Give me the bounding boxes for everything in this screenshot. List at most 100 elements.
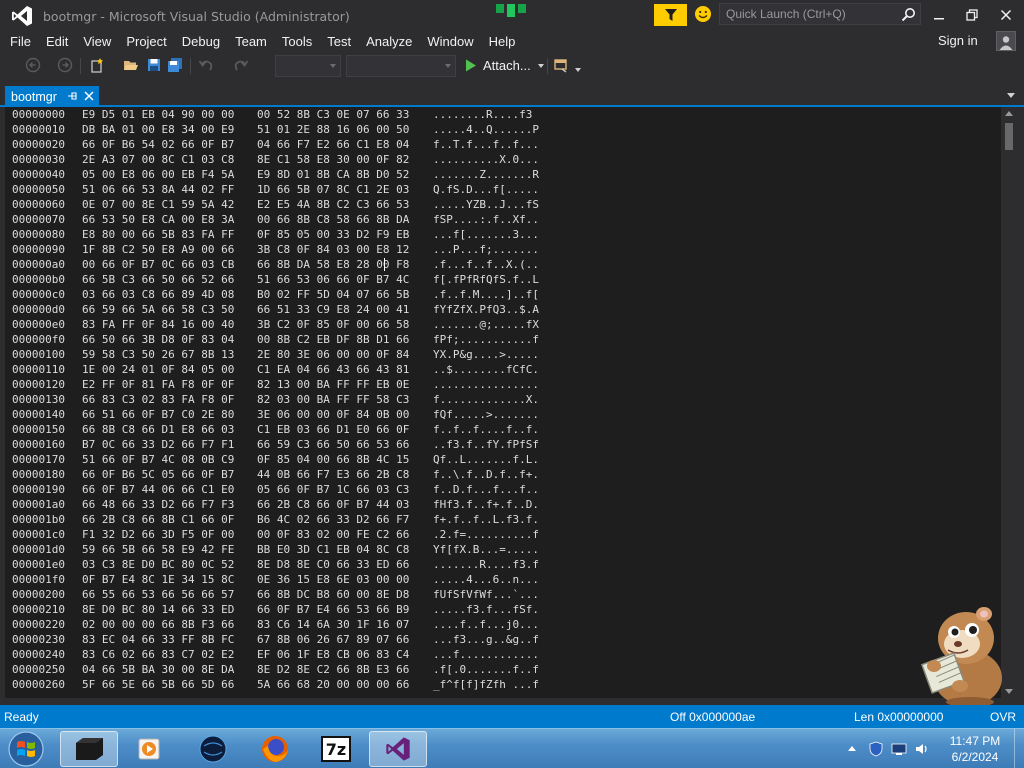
hex-row[interactable]: 000001f0 0F B7 E4 8C 1E 34 15 8C 0E 36 15 …: [12, 572, 553, 587]
menu-team[interactable]: Team: [227, 34, 274, 49]
hex-row[interactable]: 00000000 E9 D5 01 EB 04 90 00 00 00 52 8B …: [12, 107, 553, 122]
taskbar-globe-app[interactable]: [184, 731, 242, 767]
hex-ascii: _f^f[f]fZfh ...f: [433, 678, 539, 691]
hex-row[interactable]: 000000a0 00 66 0F B7 0C 66 03 CB 66 8B DA …: [12, 257, 553, 272]
hex-bytes-low: 66 83 C3 02 83 FA F8 0F: [82, 393, 235, 406]
maximize-button[interactable]: [957, 4, 987, 26]
volume-icon[interactable]: [914, 741, 930, 757]
new-project-button[interactable]: [88, 56, 106, 74]
hex-row[interactable]: 000001d0 59 66 5B 66 58 E9 42 FE BB E0 3D …: [12, 542, 553, 557]
sign-in-link[interactable]: Sign in: [938, 33, 978, 48]
scroll-up-icon[interactable]: [1005, 111, 1013, 116]
undo-button[interactable]: [197, 56, 215, 74]
hex-bytes-low: 66 5B C3 66 50 66 52 66: [82, 273, 235, 286]
tab-bootmgr[interactable]: bootmgr: [5, 86, 99, 107]
hex-row[interactable]: 00000150 66 8B C8 66 D1 E8 66 03 C1 EB 03 …: [12, 422, 553, 437]
solution-platform-select[interactable]: [346, 55, 456, 77]
save-all-button[interactable]: [166, 56, 184, 74]
menu-project[interactable]: Project: [118, 34, 173, 49]
show-desktop-button[interactable]: [1014, 729, 1024, 768]
navigate-forward-button[interactable]: [56, 56, 74, 74]
hex-row[interactable]: 00000220 02 00 00 00 66 8B F3 66 83 C6 14 …: [12, 617, 553, 632]
hex-row[interactable]: 000001e0 03 C3 8E D0 BC 80 0C 52 8E D8 8E …: [12, 557, 553, 572]
hex-row[interactable]: 00000200 66 55 66 53 66 56 66 57 66 8B DC …: [12, 587, 553, 602]
taskbar-clock[interactable]: 11:47 PM 6/2/2024: [940, 733, 1010, 765]
hex-row[interactable]: 000000e0 83 FA FF 0F 84 16 00 40 3B C2 0F …: [12, 317, 553, 332]
close-icon[interactable]: [83, 90, 95, 102]
hex-editor[interactable]: 00000000 E9 D5 01 EB 04 90 00 00 00 52 8B …: [5, 107, 1001, 698]
hex-row[interactable]: 00000190 66 0F B7 44 06 66 C1 E0 05 66 0F …: [12, 482, 553, 497]
quick-launch-input[interactable]: Quick Launch (Ctrl+Q): [719, 3, 921, 25]
menu-window[interactable]: Window: [419, 34, 480, 49]
hex-ascii: fYfZfX.PfQ3..$.A: [433, 303, 539, 316]
redo-button[interactable]: [232, 56, 250, 74]
network-icon[interactable]: [891, 741, 907, 757]
browser-link-button[interactable]: [552, 56, 570, 74]
menu-tools[interactable]: Tools: [274, 34, 319, 49]
hex-row[interactable]: 00000010 DB BA 01 00 E8 34 00 E9 51 01 2E …: [12, 122, 553, 137]
hex-row[interactable]: 00000170 51 66 0F B7 4C 08 0B C9 0F 85 04 …: [12, 452, 553, 467]
hex-row[interactable]: 000001b0 66 2B C8 66 8B C1 66 0F B6 4C 02 …: [12, 512, 553, 527]
taskbar-terminal[interactable]: [60, 731, 118, 767]
hex-row[interactable]: 00000180 66 0F B6 5C 05 66 0F B7 44 0B 66 …: [12, 467, 553, 482]
hex-row[interactable]: 00000020 66 0F B6 54 02 66 0F B7 04 66 F7 …: [12, 137, 553, 152]
hex-row[interactable]: 00000100 59 58 C3 50 26 67 8B 13 2E 80 3E …: [12, 347, 553, 362]
notification-filter-button[interactable]: [654, 4, 687, 26]
hex-row[interactable]: 00000040 05 00 E8 06 00 EB F4 5A E9 8D 01 …: [12, 167, 553, 182]
menu-analyze[interactable]: Analyze: [358, 34, 419, 49]
pin-icon[interactable]: [67, 90, 79, 102]
menu-edit[interactable]: Edit: [38, 34, 75, 49]
navigate-back-button[interactable]: [24, 56, 42, 74]
hex-bytes-high: 82 03 00 BA FF FF 58 C3: [257, 393, 410, 406]
tray-expand-icon[interactable]: [848, 746, 856, 751]
hex-row[interactable]: 00000080 E8 80 00 66 5B 83 FA FF 0F 85 05 …: [12, 227, 553, 242]
hex-row[interactable]: 000001c0 F1 32 D2 66 3D F5 0F 00 00 0F 83 …: [12, 527, 553, 542]
hex-ascii: ...P...f;.......: [433, 243, 539, 256]
hex-row[interactable]: 00000030 2E A3 07 00 8C C1 03 C8 8E C1 58 …: [12, 152, 553, 167]
hex-row[interactable]: 00000140 66 51 66 0F B7 C0 2E 80 3E 06 00 …: [12, 407, 553, 422]
hex-row[interactable]: 00000210 8E D0 BC 80 14 66 33 ED 66 0F B7 …: [12, 602, 553, 617]
hex-bytes-high: 00 0F 83 02 00 FE C2 66: [257, 528, 410, 541]
hex-row[interactable]: 00000050 51 06 66 53 8A 44 02 FF 1D 66 5B …: [12, 182, 553, 197]
hex-row[interactable]: 00000110 1E 00 24 01 0F 84 05 00 C1 EA 04 …: [12, 362, 553, 377]
hex-row[interactable]: 00000070 66 53 50 E8 CA 00 E8 3A 00 66 8B …: [12, 212, 553, 227]
save-button[interactable]: [145, 56, 163, 74]
hex-row[interactable]: 00000260 5F 66 5E 66 5B 66 5D 66 5A 66 68 …: [12, 677, 553, 692]
hex-row[interactable]: 000000c0 03 66 03 C8 66 89 4D 08 B0 02 FF …: [12, 287, 553, 302]
hex-row[interactable]: 000000d0 66 59 66 5A 66 58 C3 50 66 51 33 …: [12, 302, 553, 317]
scroll-thumb[interactable]: [1005, 123, 1013, 150]
taskbar-visual-studio[interactable]: [369, 731, 427, 767]
search-icon[interactable]: [901, 7, 916, 22]
hex-row[interactable]: 000001a0 66 48 66 33 D2 66 F7 F3 66 2B C8 …: [12, 497, 553, 512]
hex-row[interactable]: 00000160 B7 0C 66 33 D2 66 F7 F1 66 59 C3 …: [12, 437, 553, 452]
menu-test[interactable]: Test: [319, 34, 358, 49]
hex-row[interactable]: 00000240 83 C6 02 66 83 C7 02 E2 EF 06 1F …: [12, 647, 553, 662]
taskbar-media-player[interactable]: [120, 731, 178, 767]
hex-row[interactable]: 000000f0 66 50 66 3B D8 0F 83 04 00 8B C2 …: [12, 332, 553, 347]
menu-debug[interactable]: Debug: [174, 34, 227, 49]
attach-debugger-button[interactable]: Attach...: [465, 58, 544, 73]
close-window-button[interactable]: [991, 4, 1021, 26]
menu-file[interactable]: File: [0, 34, 38, 49]
smile-feedback-icon[interactable]: [694, 5, 712, 23]
status-overwrite-mode[interactable]: OVR: [990, 710, 1016, 724]
hex-row[interactable]: 00000090 1F 8B C2 50 E8 A9 00 66 3B C8 0F …: [12, 242, 553, 257]
hex-row[interactable]: 000000b0 66 5B C3 66 50 66 52 66 51 66 53 …: [12, 272, 553, 287]
security-shield-icon[interactable]: [868, 741, 884, 757]
toolbar-overflow-icon[interactable]: [575, 68, 581, 72]
solution-configuration-select[interactable]: [275, 55, 341, 77]
account-icon[interactable]: [996, 31, 1016, 51]
tab-dropdown-icon[interactable]: [1007, 93, 1015, 98]
minimize-button[interactable]: [924, 4, 954, 26]
taskbar-7zip[interactable]: 7z: [307, 731, 365, 767]
hex-row[interactable]: 00000120 E2 FF 0F 81 FA F8 0F 0F 82 13 00 …: [12, 377, 553, 392]
hex-row[interactable]: 00000250 04 66 5B BA 30 00 8E DA 8E D2 8E …: [12, 662, 553, 677]
hex-row[interactable]: 00000230 83 EC 04 66 33 FF 8B FC 67 8B 06 …: [12, 632, 553, 647]
windows-orb-icon[interactable]: [6, 730, 46, 768]
taskbar-firefox[interactable]: [246, 731, 304, 767]
hex-row[interactable]: 00000060 0E 07 00 8E C1 59 5A 42 E2 E5 4A …: [12, 197, 553, 212]
hex-row[interactable]: 00000130 66 83 C3 02 83 FA F8 0F 82 03 00 …: [12, 392, 553, 407]
open-file-button[interactable]: [122, 56, 140, 74]
menu-help[interactable]: Help: [481, 34, 523, 49]
menu-view[interactable]: View: [75, 34, 118, 49]
